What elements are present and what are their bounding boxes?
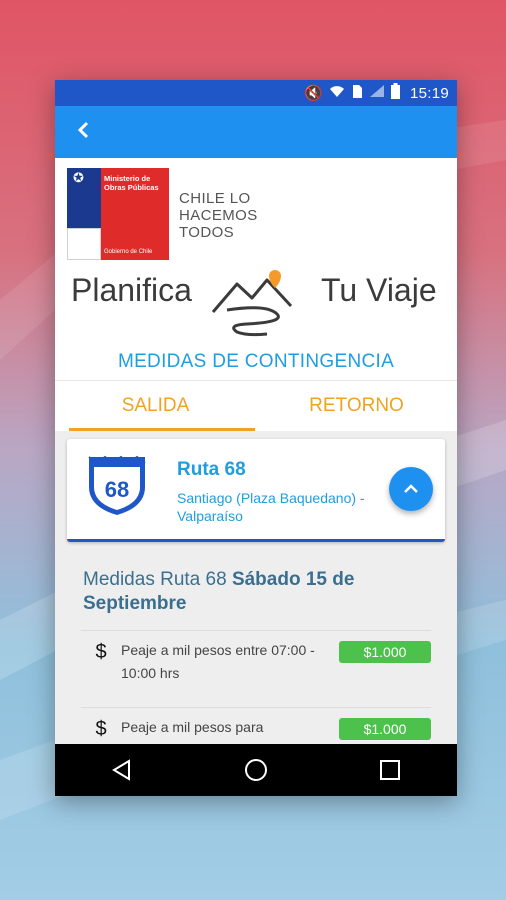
price-badge: $1.000: [339, 641, 431, 663]
tab-retorno[interactable]: RETORNO: [256, 381, 457, 431]
medidas-prefix: Medidas Ruta 68: [83, 569, 227, 590]
route-card[interactable]: 68 Ruta 68 Santiago (Plaza Baquedano) - …: [67, 439, 445, 542]
mute-icon: 🔇: [304, 85, 323, 102]
price-badge: $1.000: [339, 718, 431, 740]
slogan-line: TODOS: [179, 224, 235, 241]
medidas-heading: Medidas Ruta 68 Sábado 15 de Septiembre: [67, 568, 445, 616]
tab-bar: SALIDA RETORNO: [55, 380, 457, 431]
header-word-planifica: Planifica: [71, 272, 192, 308]
route-shield-icon: 68: [88, 455, 146, 515]
slogan-line: HACEMOS: [179, 207, 258, 224]
route-description: Santiago (Plaza Baquedano) - Valparaíso: [177, 490, 365, 524]
chevron-left-icon: [77, 121, 89, 139]
circle-home-icon: [245, 759, 267, 781]
brand-header: ✪ Ministerio de Obras Públicas Gobierno …: [55, 158, 457, 262]
mountain-road-icon: [211, 270, 293, 337]
chevron-up-icon: [404, 484, 418, 493]
slogan-line: CHILE LO: [179, 190, 251, 207]
mop-logo: ✪ Ministerio de Obras Públicas Gobierno …: [67, 168, 169, 260]
contingencia-title: MEDIDAS DE CONTINGENCIA: [117, 351, 395, 372]
content-area: 68 Ruta 68 Santiago (Plaza Baquedano) - …: [55, 431, 457, 796]
android-nav-bar: [55, 744, 457, 796]
coat-of-arms-icon: ✪: [73, 170, 84, 185]
header-word-tu-viaje: Tu Viaje: [321, 272, 437, 308]
nav-back-button[interactable]: [92, 744, 152, 796]
nav-recents-button[interactable]: [360, 744, 420, 796]
logo-subtitle: Gobierno de Chile: [104, 249, 153, 255]
back-button[interactable]: [77, 119, 89, 145]
nav-home-button[interactable]: [226, 744, 286, 796]
sim-icon: [351, 84, 363, 103]
signal-icon: [369, 84, 385, 102]
battery-icon: [390, 83, 400, 103]
dollar-icon: $: [95, 718, 107, 740]
clock: 15:19: [409, 84, 449, 102]
logo-title: Ministerio de Obras Públicas: [104, 174, 159, 192]
dollar-icon: $: [95, 641, 107, 663]
triangle-back-icon: [112, 759, 130, 781]
medida-text: Peaje a mil pesos entre 07:00 - 10:00 hr…: [121, 642, 315, 681]
medida-row: $ Peaje a mil pesos entre 07:00 - 10:00 …: [81, 630, 431, 693]
wifi-icon: [329, 84, 345, 102]
planifica-header: Planifica Tu Viaje: [55, 262, 457, 342]
status-bar: 🔇 15:19: [55, 80, 457, 106]
active-tab-indicator: [69, 428, 255, 431]
collapse-button[interactable]: [389, 467, 433, 511]
route-shield-number: 68: [105, 477, 129, 502]
route-name: Ruta 68: [177, 459, 246, 480]
slogan: CHILE LO HACEMOS TODOS: [179, 190, 258, 241]
square-recents-icon: [380, 760, 400, 780]
app-toolbar: [55, 106, 457, 158]
phone-screen: 🔇 15:19 ✪ Ministerio de Obras Públicas G…: [55, 80, 457, 796]
tab-salida[interactable]: SALIDA: [55, 381, 256, 431]
medida-text: Peaje a mil pesos para: [121, 719, 264, 735]
